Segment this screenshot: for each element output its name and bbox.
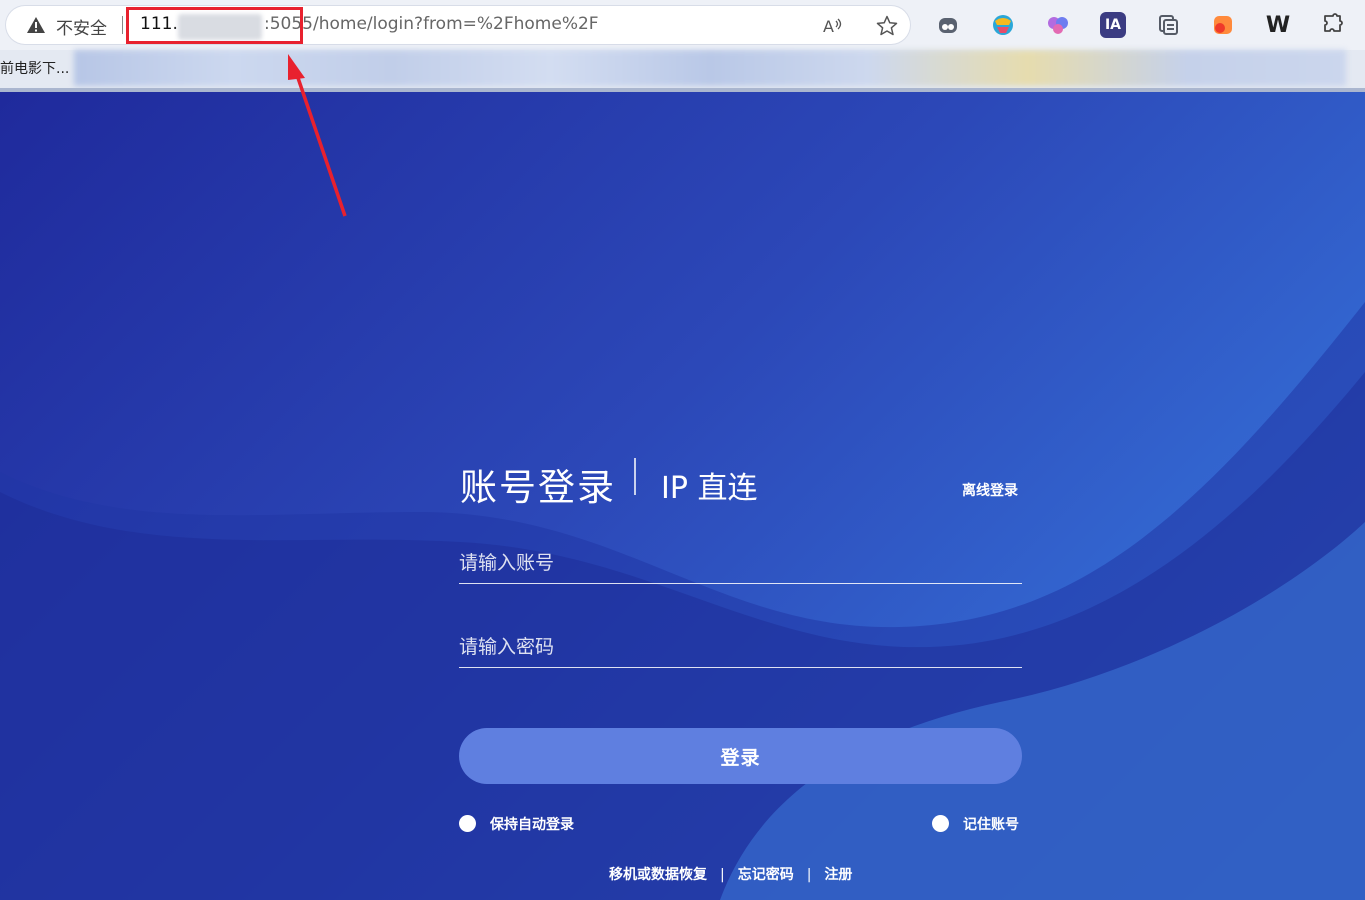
data-recovery-link[interactable]: 移机或数据恢复 xyxy=(609,864,707,884)
w-extension-icon[interactable]: W xyxy=(1265,12,1291,38)
url-annotation-box xyxy=(126,7,303,44)
ia-extension-label: IA xyxy=(1104,17,1122,33)
collections-extension-icon[interactable] xyxy=(1155,12,1181,38)
read-aloud-icon[interactable]: A xyxy=(822,15,844,37)
password-input[interactable] xyxy=(459,627,1022,668)
warning-triangle-icon[interactable] xyxy=(26,15,46,35)
remember-account-label[interactable]: 记住账号 xyxy=(963,814,1019,834)
tab-divider xyxy=(634,458,636,495)
forgot-password-link[interactable]: 忘记密码 xyxy=(738,864,794,884)
browser-chrome: 不安全 111. :5055/home/login?from=%2Fhome%2… xyxy=(0,0,1365,92)
footer-separator: | xyxy=(720,867,725,883)
register-link[interactable]: 注册 xyxy=(824,864,852,884)
keep-login-label[interactable]: 保持自动登录 xyxy=(490,814,574,834)
ghost-extension-icon[interactable] xyxy=(935,12,961,38)
blurred-bookmarks xyxy=(74,50,1346,86)
tab-account-login[interactable]: 账号登录 xyxy=(460,457,616,511)
login-button[interactable]: 登录 xyxy=(459,728,1022,784)
w-extension-label: W xyxy=(1265,12,1291,38)
security-status-label[interactable]: 不安全 xyxy=(56,14,107,39)
brain-extension-icon[interactable] xyxy=(1045,12,1071,38)
svg-text:A: A xyxy=(823,17,834,36)
footer-links: 移机或数据恢复 | 忘记密码 | 注册 xyxy=(609,864,852,884)
ia-extension-icon[interactable]: IA xyxy=(1100,12,1126,38)
star-icon[interactable] xyxy=(875,14,899,38)
bookmark-item[interactable]: 前电影下... xyxy=(0,58,69,78)
account-input[interactable] xyxy=(459,543,1022,584)
offline-login-link[interactable]: 离线登录 xyxy=(962,480,1018,500)
tab-ip-direct[interactable]: IP 直连 xyxy=(661,463,757,507)
bookmarks-bar: 前电影下... xyxy=(0,50,1365,88)
keep-login-radio[interactable] xyxy=(459,815,476,832)
puzzle-extensions-icon[interactable] xyxy=(1320,12,1346,38)
url-port-path[interactable]: :5055/home/login?from=%2Fhome%2F xyxy=(264,14,599,34)
footer-separator: | xyxy=(806,867,812,883)
colorful-globe-extension-icon[interactable] xyxy=(990,12,1016,38)
orange-extension-icon[interactable] xyxy=(1210,12,1236,38)
remember-account-radio[interactable] xyxy=(932,815,949,832)
address-separator xyxy=(122,16,123,34)
